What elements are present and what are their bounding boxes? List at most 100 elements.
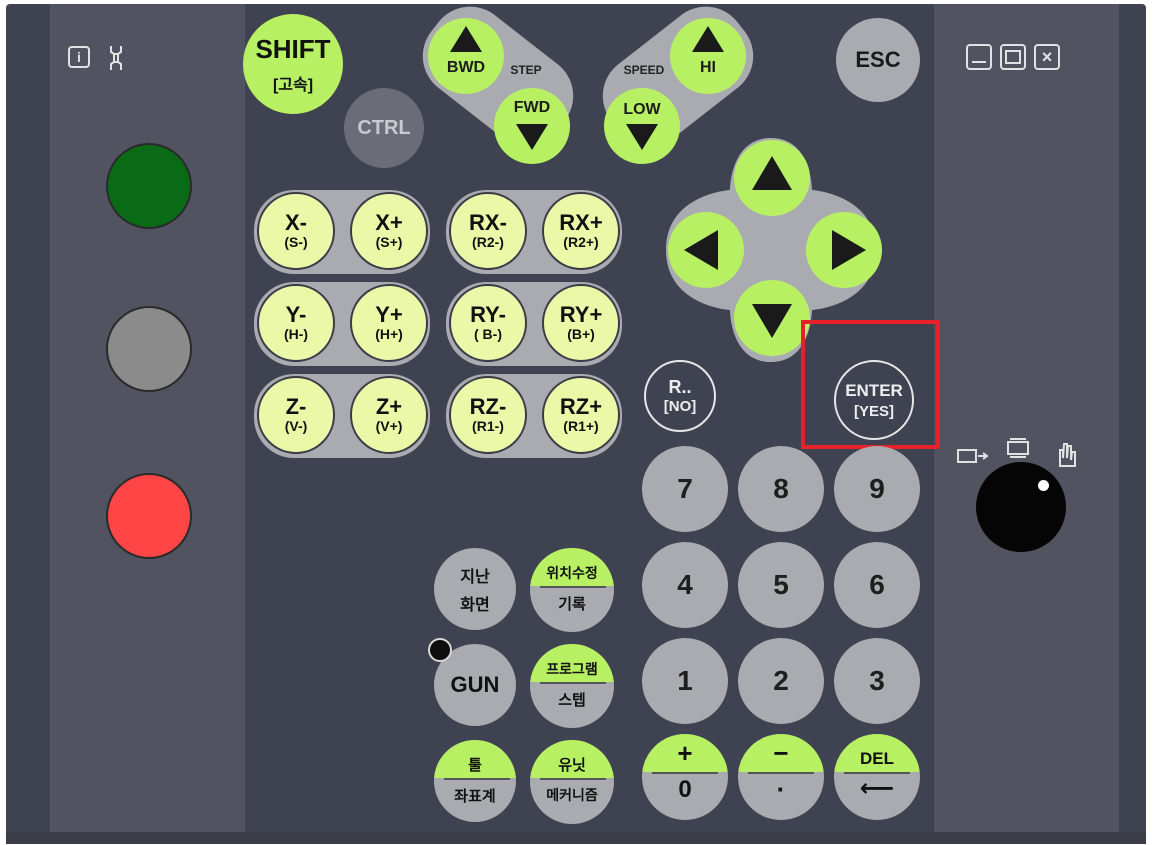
axis-label: RZ+ — [559, 394, 603, 419]
key-4[interactable]: 4 — [642, 542, 728, 628]
key-8[interactable]: 8 — [738, 446, 824, 532]
key-5[interactable]: 5 — [738, 542, 824, 628]
unit-label: 유닛 — [530, 740, 614, 778]
minus-label: − — [738, 734, 824, 772]
shift-label: SHIFT — [255, 33, 331, 64]
axis-sublabel: (V+) — [375, 418, 403, 434]
step-label-ko: 스텝 — [558, 692, 586, 709]
tool-coord-key[interactable]: 툴 좌표계 — [434, 740, 516, 822]
axis-key-ry-plus[interactable]: RY+ (B+) — [542, 284, 620, 362]
zero-label: 0 — [678, 776, 692, 803]
axis-key-rz-plus[interactable]: RZ+ (R1+) — [542, 376, 620, 454]
axis-label: RY- — [470, 302, 506, 327]
plus-label: + — [642, 734, 728, 772]
axis-sublabel: (R2+) — [563, 234, 599, 250]
dpad-down-button[interactable] — [734, 280, 810, 356]
axis-label: Z- — [285, 394, 307, 419]
del-label: DEL — [834, 734, 920, 772]
jog-knob-indicator — [1038, 480, 1049, 491]
fwd-label: FWD — [513, 99, 551, 116]
dpad-up-button[interactable] — [734, 140, 810, 216]
axis-key-ry-minus[interactable]: RY-( B-) — [449, 284, 527, 362]
axis-sublabel: (H-) — [283, 326, 309, 342]
axis-key-y-plus[interactable]: Y+ (H+) — [350, 284, 428, 362]
axis-label: RZ- — [469, 394, 507, 419]
dot-label: · — [776, 774, 786, 804]
info-icon[interactable]: i — [68, 46, 90, 68]
close-icon[interactable]: × — [1034, 44, 1060, 70]
shift-key[interactable]: SHIFT [고속] — [243, 14, 343, 114]
minus-dot-key[interactable]: − · — [738, 734, 824, 820]
unit-mechanism-key[interactable]: 유닛 메커니즘 — [530, 740, 614, 824]
hi-key[interactable]: HI — [670, 18, 746, 94]
axis-sublabel: (R1+) — [563, 418, 599, 434]
gun-label: GUN — [450, 672, 500, 697]
axis-label: Y+ — [375, 302, 403, 327]
r-no-key[interactable]: R.. [NO] — [644, 360, 716, 432]
highlight-box — [801, 320, 940, 449]
axis-label: RX- — [469, 210, 507, 235]
axis-key-rx-plus[interactable]: RX+ (R2+) — [542, 192, 620, 270]
step-label: STEP — [510, 63, 542, 77]
program-step-key[interactable]: 프로그램 스텝 — [530, 644, 614, 728]
prev-screen-label-1: 지난 — [460, 569, 490, 586]
axis-sublabel: (R1-) — [472, 418, 504, 434]
key-1[interactable]: 1 — [642, 638, 728, 724]
axis-key-z-minus[interactable]: Z- (V-) — [257, 376, 335, 454]
ctrl-key[interactable]: CTRL — [344, 88, 424, 168]
key-9[interactable]: 9 — [834, 446, 920, 532]
prev-screen-key[interactable]: 지난 화면 — [434, 548, 516, 630]
prev-screen-label-2: 화면 — [460, 597, 490, 614]
up-arrow-icon — [692, 26, 724, 52]
backspace-arrow-icon: ⟵ — [859, 775, 895, 802]
down-arrow-icon — [752, 304, 792, 338]
key-2[interactable]: 2 — [738, 638, 824, 724]
position-edit-key[interactable]: 위치수정 기록 — [530, 548, 614, 632]
r-key-label: R.. — [668, 377, 692, 397]
fwd-key[interactable]: FWD — [494, 88, 570, 164]
axis-sublabel: (S+) — [375, 234, 403, 250]
wrench-icon[interactable] — [104, 44, 128, 72]
key-7[interactable]: 7 — [642, 446, 728, 532]
axis-key-y-minus[interactable]: Y- (H-) — [257, 284, 335, 362]
del-key[interactable]: DEL ⟵ — [834, 734, 920, 820]
dpad-right-button[interactable] — [806, 212, 882, 288]
axis-key-rz-minus[interactable]: RZ- (R1-) — [449, 376, 527, 454]
record-label: 기록 — [558, 596, 586, 613]
axis-label: X+ — [375, 210, 403, 235]
ctrl-label: CTRL — [357, 116, 411, 139]
gray-lamp-button[interactable] — [106, 306, 192, 392]
esc-label: ESC — [855, 47, 901, 72]
axis-label: RY+ — [559, 302, 603, 327]
minimize-icon[interactable] — [966, 44, 992, 70]
mechanism-label: 메커니즘 — [546, 787, 598, 803]
key-6[interactable]: 6 — [834, 542, 920, 628]
plus-zero-key[interactable]: + 0 — [642, 734, 728, 820]
axis-sublabel: (S-) — [284, 234, 308, 250]
axis-key-x-minus[interactable]: X- (S-) — [257, 192, 335, 270]
restore-icon[interactable] — [1000, 44, 1026, 70]
left-arrow-icon — [684, 230, 718, 270]
speed-label: SPEED — [623, 63, 665, 77]
red-lamp-button[interactable] — [106, 473, 192, 559]
dpad-left-button[interactable] — [668, 212, 744, 288]
shift-sub-label: [고속] — [272, 76, 314, 94]
hi-label: HI — [700, 59, 716, 76]
up-arrow-icon — [752, 156, 792, 190]
green-lamp-button[interactable] — [106, 143, 192, 229]
esc-key[interactable]: ESC — [836, 18, 920, 102]
axis-key-z-plus[interactable]: Z+ (V+) — [350, 376, 428, 454]
right-panel — [934, 4, 1119, 834]
low-label: LOW — [623, 101, 661, 118]
jog-knob[interactable] — [976, 462, 1066, 552]
key-3[interactable]: 3 — [834, 638, 920, 724]
axis-key-x-plus[interactable]: X+ (S+) — [350, 192, 428, 270]
axis-sublabel: (R2-) — [472, 234, 504, 250]
axis-label: Z+ — [375, 394, 403, 419]
bwd-key[interactable]: BWD — [428, 18, 504, 94]
up-arrow-icon — [450, 26, 482, 52]
r-key-sublabel: [NO] — [663, 398, 697, 415]
axis-key-rx-minus[interactable]: RX- (R2-) — [449, 192, 527, 270]
left-panel — [50, 4, 245, 834]
axis-label: RX+ — [559, 210, 603, 235]
